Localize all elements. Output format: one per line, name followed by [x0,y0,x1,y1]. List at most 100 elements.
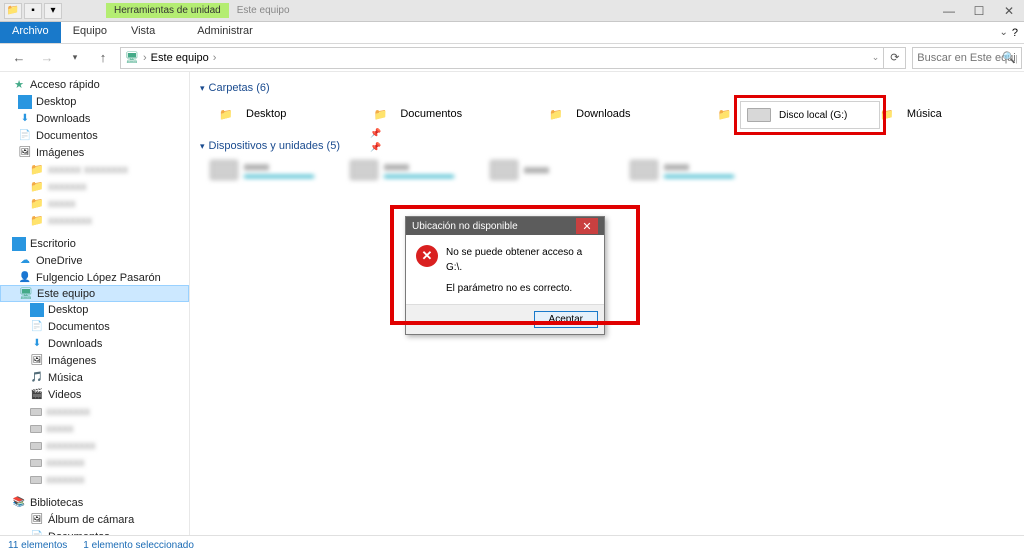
tree-blurred-drive[interactable]: xxxxxxx [0,454,189,471]
maximize-button[interactable]: ☐ [964,1,994,21]
tree-onedrive[interactable]: OneDrive [0,252,189,269]
tree-documentos-pc[interactable]: Documentos [0,318,189,335]
folder-desktop[interactable]: 📁Desktop [212,102,286,126]
pc-icon [19,287,33,301]
drive-blurred[interactable]: xxxxx [210,160,340,180]
minimize-button[interactable]: — [934,1,964,21]
drive-label: Disco local (G:) [779,110,847,121]
help-icon[interactable]: ? [1012,27,1018,39]
document-icon [18,129,32,143]
dialog-titlebar[interactable]: Ubicación no disponible ✕ [406,217,604,235]
address-dropdown-icon[interactable]: ⌄ [872,52,880,63]
folder-documentos[interactable]: 📁Documentos [366,102,462,126]
drives-row: xxxxx xxxxx xxxxx xxxxx [210,160,1014,180]
drive-blurred[interactable]: xxxxx [630,160,760,180]
drive-blurred[interactable]: xxxxx [350,160,480,180]
close-window-button[interactable]: ✕ [994,1,1024,21]
ribbon-expand-icon[interactable]: ⌄ [999,27,1007,38]
tree-escritorio[interactable]: Escritorio [0,235,189,252]
error-dialog: Ubicación no disponible ✕ ✕ No se puede … [405,216,605,335]
address-bar[interactable]: › Este equipo › ⌄ [120,47,884,69]
tree-blurred-drive[interactable]: xxxxxxxxx [0,437,189,454]
image-icon [30,354,44,368]
back-button[interactable]: ← [8,47,30,69]
tree-documentos[interactable]: Documentos [0,127,189,144]
dialog-line1: No se puede obtener acceso a G:\. [446,245,594,275]
tree-este-equipo[interactable]: Este equipo [0,285,189,302]
qat-explorer-icon[interactable]: 📁 [4,3,22,19]
breadcrumb-location[interactable]: Este equipo [151,52,209,64]
history-dropdown[interactable]: ▾ [64,47,86,69]
folder-icon: 📁 [366,102,394,126]
group-carpetas[interactable]: ▾Carpetas (6) [200,82,1014,94]
tree-musica-pc[interactable]: Música [0,369,189,386]
dialog-message: No se puede obtener acceso a G:\. El par… [446,245,594,296]
tree-blurred-item[interactable]: xxxxxxxx [0,212,189,229]
tree-blurred-item[interactable]: xxxxxxx [0,178,189,195]
dialog-title: Ubicación no disponible [412,221,518,232]
tree-videos-pc[interactable]: Videos [0,386,189,403]
qat-dropdown[interactable]: ▾ [44,3,62,19]
tree-blurred-drive[interactable]: xxxxx [0,420,189,437]
title-bar: 📁 ▪ ▾ Herramientas de unidad Este equipo… [0,0,1024,22]
tree-album[interactable]: Álbum de cámara [0,511,189,528]
document-icon [30,320,44,334]
tree-blurred-item[interactable]: xxxxxx xxxxxxxx [0,161,189,178]
forward-button[interactable]: → [36,47,58,69]
drive-blurred[interactable]: xxxxx [490,160,620,180]
tab-administrar[interactable]: Administrar [185,22,265,43]
tree-desktop[interactable]: Desktop [0,93,189,110]
tree-imagenes[interactable]: Imágenes [0,144,189,161]
drive-icon [30,425,42,433]
breadcrumb-sep: › [213,52,217,64]
qat-properties-icon[interactable]: ▪ [24,3,42,19]
image-icon [30,513,44,527]
drive-disco-local-g[interactable]: Disco local (G:) [740,101,880,129]
breadcrumb-sep: › [143,52,147,64]
dialog-ok-button[interactable]: Aceptar [534,311,598,328]
folder-icon [30,197,44,211]
status-bar: 11 elementos 1 elemento seleccionado [0,535,1024,555]
folder-icon [30,163,44,177]
window-title: Este equipo [237,5,290,16]
tree-blurred-drive[interactable]: xxxxxxx [0,471,189,488]
music-icon [30,371,44,385]
tree-blurred-item[interactable]: xxxxx [0,195,189,212]
drive-icon [210,160,238,180]
dialog-close-button[interactable]: ✕ [576,218,598,234]
chevron-down-icon: ▾ [200,83,205,94]
tree-downloads[interactable]: Downloads [0,110,189,127]
tree-desktop-pc[interactable]: Desktop [0,301,189,318]
content-pane: 📌 📌 ▾Carpetas (6) 📁Desktop 📁Documentos 📁… [190,72,1024,535]
tree-imagenes-pc[interactable]: Imágenes [0,352,189,369]
tab-vista[interactable]: Vista [119,22,167,43]
drive-icon [490,160,518,180]
folders-row: 📁Desktop 📁Documentos 📁Downloads 📁Imágene… [212,102,1014,126]
download-icon [18,112,32,126]
user-icon [18,271,32,285]
status-count: 11 elementos [8,540,67,551]
pin-icon: 📌 [370,128,380,138]
nav-tree: Acceso rápido Desktop Downloads Document… [0,72,190,535]
tree-quick-access[interactable]: Acceso rápido [0,76,189,93]
quick-access-toolbar: 📁 ▪ ▾ [0,3,66,19]
image-icon [18,146,32,160]
up-button[interactable]: ↑ [92,47,114,69]
tree-bibliotecas[interactable]: Bibliotecas [0,494,189,511]
tree-lib-documentos[interactable]: Documentos [0,528,189,535]
tree-downloads-pc[interactable]: Downloads [0,335,189,352]
desktop-icon [18,95,32,109]
tab-equipo[interactable]: Equipo [61,22,119,43]
drive-icon [30,408,42,416]
folder-downloads[interactable]: 📁Downloads [542,102,630,126]
tab-archivo[interactable]: Archivo [0,22,61,43]
group-dispositivos[interactable]: ▾Dispositivos y unidades (5) [200,140,1014,152]
library-icon [12,496,26,510]
refresh-button[interactable]: ⟳ [884,47,906,69]
desktop-icon [12,237,26,251]
video-icon [30,388,44,402]
drive-icon [747,108,771,122]
tree-blurred-drive[interactable]: xxxxxxxx [0,403,189,420]
folder-musica[interactable]: 📁Música [873,102,942,126]
tree-user[interactable]: Fulgencio López Pasarón [0,269,189,286]
